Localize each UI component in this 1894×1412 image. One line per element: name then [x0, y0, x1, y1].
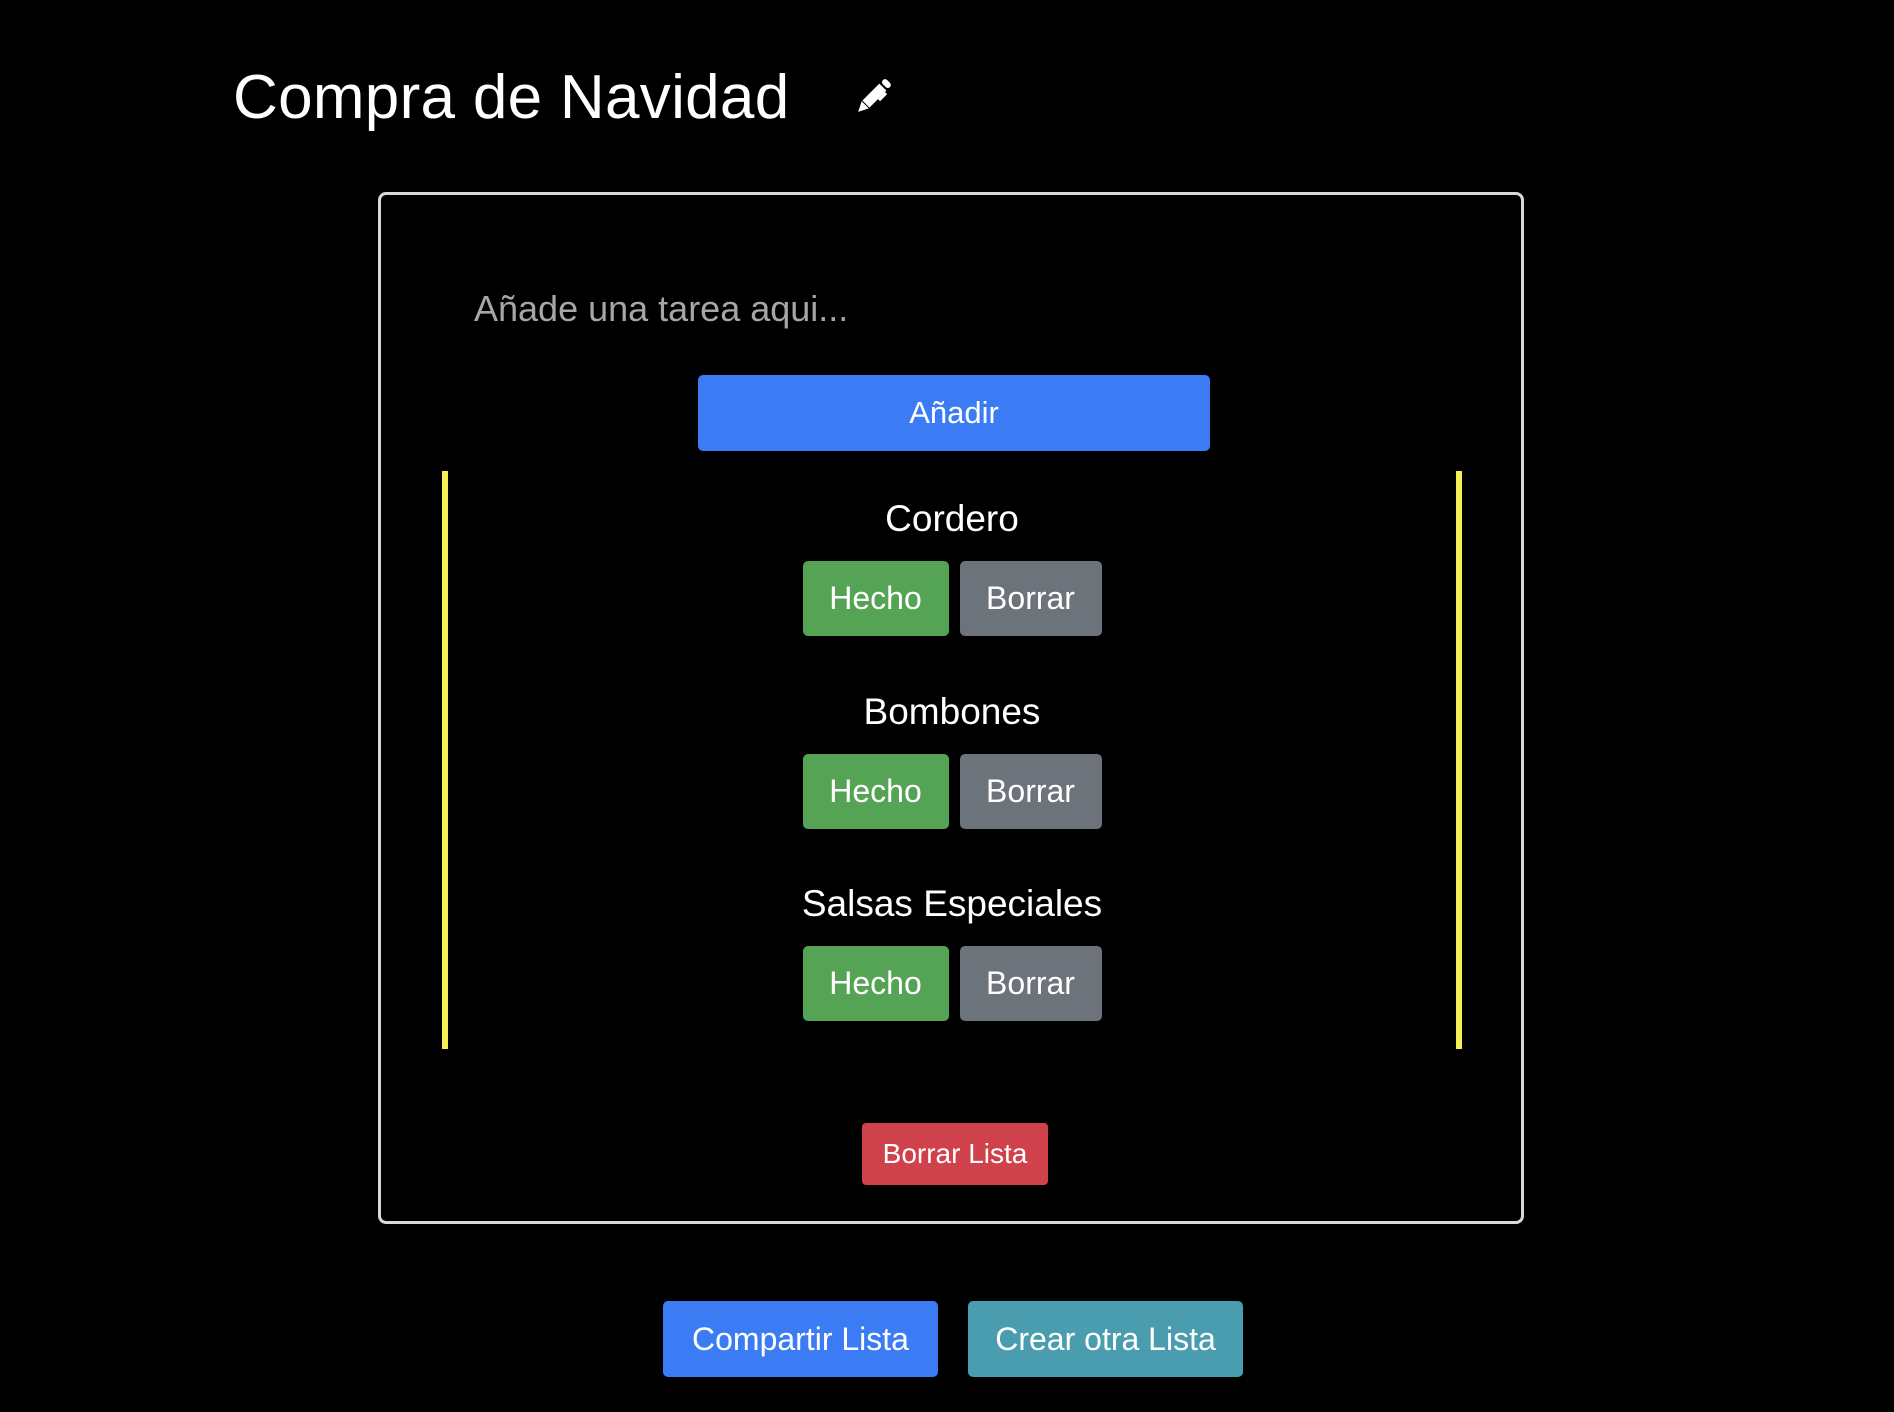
done-button[interactable]: Hecho: [802, 754, 949, 829]
delete-button[interactable]: Borrar: [959, 754, 1102, 829]
delete-button[interactable]: Borrar: [959, 561, 1102, 636]
clear-list-button[interactable]: Borrar Lista: [862, 1123, 1048, 1185]
done-button[interactable]: Hecho: [802, 561, 949, 636]
task-list: Cordero Hecho Borrar Bombones Hecho Borr…: [442, 471, 1462, 1049]
share-list-button[interactable]: Compartir Lista: [663, 1301, 938, 1377]
footer-actions: Compartir Lista Crear otra Lista: [663, 1301, 1243, 1377]
list-item: Cordero Hecho Borrar: [448, 489, 1456, 636]
task-actions: Hecho Borrar: [448, 561, 1456, 636]
page: Compra de Navidad Añadir Cordero Hecho B…: [0, 0, 1894, 1412]
task-name: Salsas Especiales: [801, 883, 1103, 924]
page-title: Compra de Navidad: [233, 62, 790, 132]
done-button[interactable]: Hecho: [802, 946, 949, 1021]
task-name: Bombones: [863, 691, 1041, 732]
task-actions: Hecho Borrar: [448, 946, 1456, 1021]
task-input[interactable]: [474, 277, 1434, 341]
task-list-card: Añadir Cordero Hecho Borrar Bombones Hec…: [378, 192, 1524, 1224]
list-item: Bombones Hecho Borrar: [448, 682, 1456, 829]
pencil-icon-graphic: [857, 79, 891, 112]
list-item: Salsas Especiales Hecho Borrar: [448, 874, 1456, 1021]
task-actions: Hecho Borrar: [448, 754, 1456, 829]
new-list-button[interactable]: Crear otra Lista: [968, 1301, 1243, 1377]
pencil-icon[interactable]: [848, 72, 898, 122]
add-task-button[interactable]: Añadir: [698, 375, 1210, 451]
delete-button[interactable]: Borrar: [959, 946, 1102, 1021]
header: Compra de Navidad: [233, 55, 898, 139]
task-name: Cordero: [885, 498, 1019, 539]
